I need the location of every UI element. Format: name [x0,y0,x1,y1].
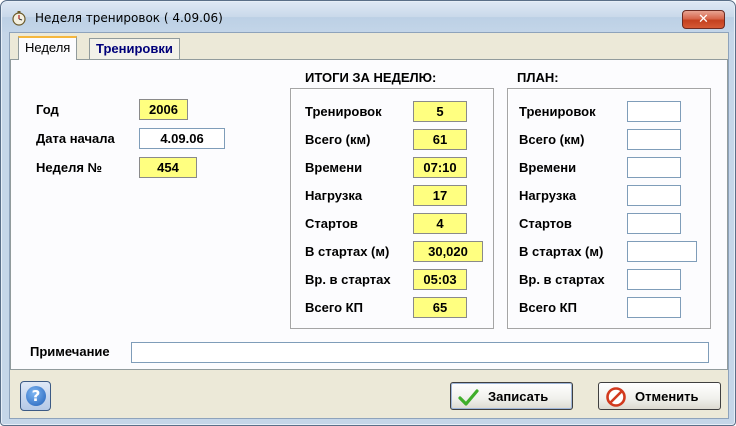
close-icon: ✕ [698,12,709,27]
save-button-label: Записать [488,389,549,404]
summary-value-time: 07:10 [413,157,467,178]
cancel-button[interactable]: Отменить [598,382,721,410]
client-area: Неделя Тренировки Год 2006 Дата начала 4… [9,32,729,419]
plan-input-control-points[interactable] [627,297,681,318]
plan-input-starts[interactable] [627,213,681,234]
plan-input-total-km[interactable] [627,129,681,150]
note-input[interactable] [131,342,709,363]
plan-input-distance-in-starts[interactable] [627,241,697,262]
summary-label-time: Времени [305,160,363,175]
summary-value-starts: 4 [413,213,467,234]
week-number-field: 454 [139,157,197,178]
summary-label-trainings: Тренировок [305,104,382,119]
summary-group [290,88,494,329]
year-label: Год [36,102,59,117]
summary-label-distance-in-starts: В стартах (м) [305,244,390,259]
week-number-label: Неделя № [36,160,103,175]
plan-label-load: Нагрузка [519,188,577,203]
start-date-input[interactable]: 4.09.06 [139,128,225,149]
tab-week-label: Неделя [25,40,71,55]
plan-label-trainings: Тренировок [519,104,596,119]
summary-value-control-points: 65 [413,297,467,318]
tab-trainings[interactable]: Тренировки [89,38,180,60]
close-button[interactable]: ✕ [682,10,725,29]
plan-heading: ПЛАН: [517,70,559,85]
title-bar[interactable]: Неделя тренировок ( 4.09.06) ✕ [2,2,734,32]
summary-value-total-km: 61 [413,129,467,150]
summary-value-trainings: 5 [413,101,467,122]
year-field: 2006 [139,99,188,120]
tab-panel-week: Год 2006 Дата начала 4.09.06 Неделя № 45… [10,59,728,370]
plan-label-time-in-starts: Вр. в стартах [519,272,605,287]
save-button[interactable]: Записать [450,382,573,410]
summary-label-load: Нагрузка [305,188,363,203]
app-window: Неделя тренировок ( 4.09.06) ✕ Неделя Тр… [0,0,736,426]
summary-heading: ИТОГИ ЗА НЕДЕЛЮ: [305,70,437,85]
help-icon: ? [26,386,46,406]
summary-value-distance-in-starts: 30,020 [413,241,483,262]
plan-input-time-in-starts[interactable] [627,269,681,290]
plan-label-total-km: Всего (км) [519,132,585,147]
tab-week[interactable]: Неделя [18,36,78,60]
note-label: Примечание [30,344,110,359]
cancel-button-label: Отменить [635,389,699,404]
app-icon [12,11,26,26]
plan-label-control-points: Всего КП [519,300,577,315]
summary-value-load: 17 [413,185,467,206]
plan-label-starts: Стартов [519,216,572,231]
summary-label-starts: Стартов [305,216,358,231]
summary-label-total-km: Всего (км) [305,132,371,147]
summary-label-time-in-starts: Вр. в стартах [305,272,391,287]
window-title: Неделя тренировок ( 4.09.06) [35,11,223,25]
plan-group [507,88,711,329]
summary-value-time-in-starts: 05:03 [413,269,467,290]
start-date-label: Дата начала [36,131,115,146]
summary-label-control-points: Всего КП [305,300,363,315]
checkmark-icon [458,389,479,406]
cancel-icon [606,387,626,407]
tab-trainings-label: Тренировки [96,41,173,56]
help-button[interactable]: ? [20,381,51,411]
plan-label-distance-in-starts: В стартах (м) [519,244,604,259]
plan-label-time: Времени [519,160,577,175]
plan-input-trainings[interactable] [627,101,681,122]
plan-input-load[interactable] [627,185,681,206]
plan-input-time[interactable] [627,157,681,178]
